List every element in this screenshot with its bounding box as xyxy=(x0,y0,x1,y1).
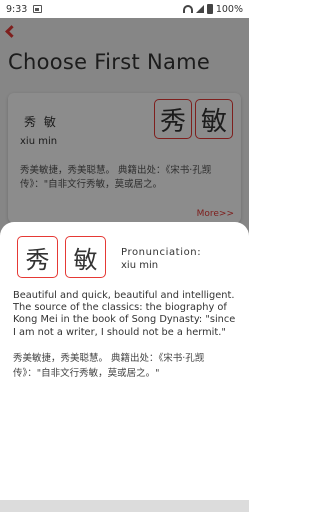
image-notification-icon xyxy=(33,5,43,13)
battery-percent: 100% xyxy=(215,3,243,15)
status-bar: 9:33 100% xyxy=(0,0,249,18)
navigation-bar xyxy=(0,500,249,512)
wifi-icon xyxy=(182,5,193,13)
chinese-meaning: 秀美敏捷，秀美聪慧。 典籍出处：《宋书·孔觊传》："自非文行秀敏，莫或居之。" xyxy=(13,353,205,379)
signal-icon xyxy=(195,5,204,13)
sheet-char-box: 敏 xyxy=(65,236,106,278)
pronunciation-label: Pronunciation: xyxy=(121,247,202,258)
app-screen: Choose First Name 秀 敏 xiu min 秀 敏 秀美敏捷，秀… xyxy=(0,18,249,512)
sheet-char-box: 秀 xyxy=(17,236,58,278)
detail-bottom-sheet: 秀 敏 Pronunciation: xiu min Beautiful and… xyxy=(0,222,249,512)
battery-icon xyxy=(206,4,213,14)
english-meaning: Beautiful and quick, beautiful and intel… xyxy=(13,290,236,338)
status-time: 9:33 xyxy=(6,3,28,15)
sheet-characters: 秀 敏 xyxy=(17,236,106,278)
pronunciation-value: xiu min xyxy=(121,260,159,271)
